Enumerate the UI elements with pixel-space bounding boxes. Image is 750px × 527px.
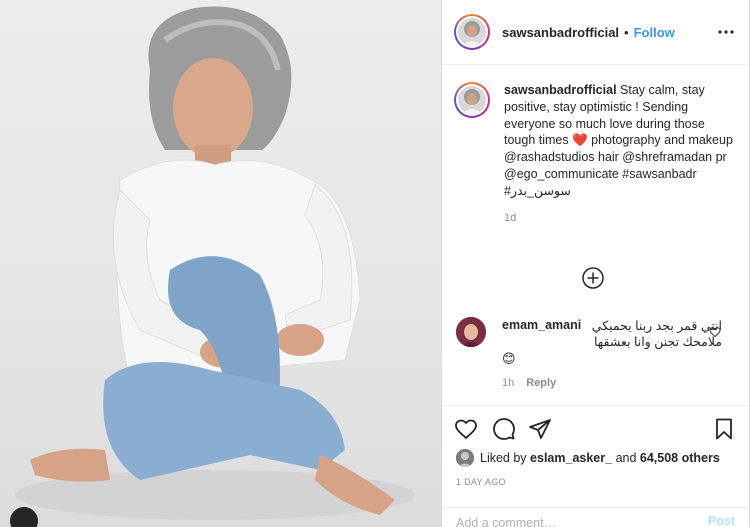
bookmark-icon[interactable] <box>712 417 736 441</box>
caption-timestamp[interactable]: 1d <box>504 210 737 227</box>
profile-avatar-icon[interactable] <box>454 82 490 118</box>
comment-timestamp[interactable]: 1h <box>502 377 514 389</box>
profile-avatar-icon[interactable] <box>454 14 490 50</box>
comment-like-heart-icon[interactable] <box>709 326 721 338</box>
paper-plane-icon[interactable] <box>528 417 552 441</box>
follow-button[interactable]: Follow <box>634 25 675 40</box>
comment-input[interactable] <box>456 514 676 527</box>
likes-summary: Liked by eslam_asker_ and 64,508 others <box>456 447 720 469</box>
comment: emam_amani انتي قمر بجد ربنا يحميكي ملام… <box>442 308 749 404</box>
commenter-avatar[interactable] <box>456 317 486 347</box>
post-side-panel: sawsanbadrofficial • Follow sawsanbadrof… <box>442 0 749 527</box>
heart-emoji: ❤️ <box>572 133 588 148</box>
comment-emoji: 😊 <box>502 351 516 366</box>
carousel-indicator <box>10 507 38 527</box>
more-options-icon[interactable] <box>717 25 735 39</box>
heart-outline-icon[interactable] <box>454 417 478 441</box>
caption: sawsanbadrofficial Stay calm, stay posit… <box>442 66 749 246</box>
likes-count[interactable]: 64,508 others <box>640 451 720 465</box>
post-comment-button[interactable]: Post <box>708 514 735 527</box>
post-photo[interactable] <box>0 0 441 527</box>
post-timestamp[interactable]: 1 DAY AGO <box>456 477 506 487</box>
caption-username[interactable]: sawsanbadrofficial <box>504 83 617 97</box>
plus-circle-icon[interactable] <box>581 266 605 290</box>
liker-username[interactable]: eslam_asker_ <box>530 451 612 465</box>
author-username[interactable]: sawsanbadrofficial <box>502 25 619 40</box>
post-header: sawsanbadrofficial • Follow <box>442 0 749 65</box>
comment-text: انتي قمر بجد ربنا يحميكي ملامحك تجنن وان… <box>591 319 722 349</box>
post-photo-illustration <box>15 6 415 520</box>
commenter-username[interactable]: emam_amani <box>502 318 581 332</box>
separator: • <box>624 24 629 40</box>
add-comment-bar: Post <box>442 507 749 527</box>
comment-bubble-icon[interactable] <box>492 417 516 441</box>
caption-text: sawsanbadrofficial Stay calm, stay posit… <box>504 83 733 198</box>
reply-button[interactable]: Reply <box>526 377 556 389</box>
action-bar <box>442 405 749 450</box>
liker-avatar[interactable] <box>456 449 474 467</box>
